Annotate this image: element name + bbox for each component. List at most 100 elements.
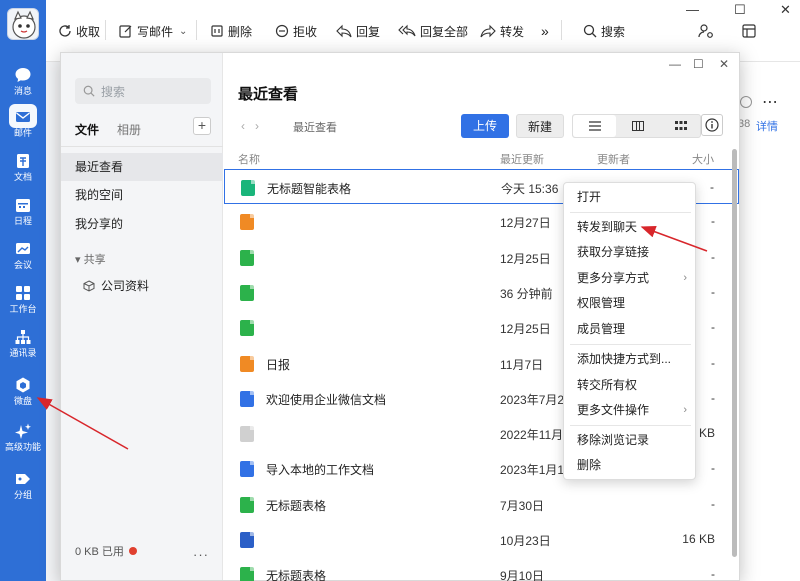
grid-icon (674, 121, 687, 130)
tab-album[interactable]: 相册 (117, 121, 141, 138)
details-link[interactable]: 详情 (756, 118, 778, 134)
reply-all-icon (398, 24, 416, 37)
rail-contacts[interactable]: 通讯录 (0, 324, 46, 368)
file-type-icon (240, 390, 254, 407)
delete-button[interactable]: 删除 (210, 21, 252, 41)
reply-button[interactable]: 回复 (336, 21, 380, 41)
menu-add-shortcut[interactable]: 添加快捷方式到... (564, 347, 697, 372)
new-button[interactable]: 新建 (516, 114, 564, 138)
rail-groups[interactable]: 分组 (0, 466, 46, 510)
more-icon[interactable]: ··· (193, 547, 209, 562)
toolbar-divider (105, 20, 106, 40)
menu-delete[interactable]: 删除 (564, 453, 697, 478)
compose-icon (119, 25, 132, 38)
menu-divider (570, 344, 691, 345)
nav-recent[interactable]: 最近查看 (61, 153, 223, 181)
contact-settings-button[interactable] (698, 21, 718, 41)
compose-button[interactable]: 写邮件 ⌄ (119, 21, 187, 41)
menu-more-share-options[interactable]: 更多分享方式 › (564, 266, 697, 291)
rail-docs[interactable]: 文档 (0, 148, 46, 192)
forward-button[interactable]: 转发 (480, 21, 524, 41)
menu-more-file-actions[interactable]: 更多文件操作 › (564, 398, 697, 423)
col-size[interactable]: 大小 (692, 151, 714, 167)
toolbar-divider (561, 20, 562, 40)
menu-permissions[interactable]: 权限管理 (564, 291, 697, 316)
close-icon[interactable]: ✕ (719, 57, 729, 71)
column-view-button[interactable] (616, 115, 659, 137)
info-button[interactable] (701, 114, 723, 136)
reject-button[interactable]: 拒收 (275, 21, 317, 41)
menu-forward-to-chat[interactable]: 转发到聊天 (564, 215, 697, 240)
file-name: 日报 (266, 357, 291, 372)
storage-quota: 0 KB 已用 (75, 543, 137, 559)
chevron-right-icon: › (683, 272, 687, 284)
back-forward-nav[interactable]: ‹ › (241, 119, 259, 133)
rail-advanced[interactable]: 高级功能 (0, 418, 46, 462)
rail-meetings[interactable]: 会议 (0, 236, 46, 280)
maximize-icon[interactable]: ☐ (734, 2, 746, 18)
nav-my-shares[interactable]: 我分享的 (61, 210, 223, 238)
more-icon[interactable]: ⋯ (762, 92, 779, 112)
reply-circle-icon[interactable] (740, 96, 752, 108)
shared-section-header[interactable]: ▾ 共享 (75, 251, 106, 267)
add-button[interactable]: + (193, 117, 211, 135)
file-modified: 36 分钟前 (500, 286, 553, 301)
receive-button[interactable]: 收取 (58, 21, 100, 41)
file-row[interactable]: 无标题表格 7月30日 - (224, 487, 739, 522)
rail-calendar[interactable]: 日程 (0, 192, 46, 236)
nav-my-space[interactable]: 我的空间 (61, 181, 223, 209)
minimize-icon[interactable]: — (686, 2, 699, 17)
menu-remove-history[interactable]: 移除浏览记录 (564, 428, 697, 453)
col-name[interactable]: 名称 (238, 151, 260, 167)
grid-view-button[interactable] (659, 115, 702, 137)
avatar[interactable] (7, 8, 39, 40)
menu-get-share-link[interactable]: 获取分享链接 (564, 240, 697, 265)
menu-members[interactable]: 成员管理 (564, 317, 697, 342)
file-type-icon (240, 320, 254, 337)
menu-transfer-ownership[interactable]: 转交所有权 (564, 373, 697, 398)
menu-open[interactable]: 打开 (564, 185, 697, 210)
file-size: 16 KB (682, 532, 715, 546)
list-icon (588, 121, 601, 131)
page-title: 最近查看 (238, 86, 299, 103)
file-row[interactable]: 10月23日 16 KB (224, 522, 739, 557)
shared-item-company[interactable]: 公司资料 (83, 277, 149, 294)
chevron-down-icon[interactable]: ⌄ (179, 26, 187, 37)
more-actions-button[interactable]: » (541, 21, 549, 41)
drive-search-input[interactable]: 搜索 (75, 78, 211, 104)
tab-files[interactable]: 文件 (75, 121, 99, 138)
file-name: 无标题表格 (266, 569, 327, 581)
reply-all-button[interactable]: 回复全部 (398, 21, 468, 41)
upload-button[interactable]: 上传 (461, 114, 509, 138)
layout-button[interactable] (742, 21, 760, 41)
file-row[interactable]: 无标题表格 9月10日 - (224, 557, 739, 581)
chat-bubble-icon (15, 68, 31, 82)
col-modified[interactable]: 最近更新 (500, 151, 544, 167)
mail-list-underlay (46, 62, 60, 581)
rail-drive[interactable]: 微盘 (0, 372, 46, 416)
file-modified: 2023年1月17 (500, 463, 571, 478)
rail-workbench[interactable]: 工作台 (0, 280, 46, 324)
scrollbar[interactable] (732, 149, 737, 557)
maximize-icon[interactable]: ☐ (693, 57, 704, 71)
file-size: - (711, 249, 715, 264)
close-icon[interactable]: ✕ (780, 2, 791, 18)
rail-messages[interactable]: 消息 (0, 62, 46, 106)
mail-detail-underlay: ⋯ 38 详情 (738, 62, 800, 581)
file-type-icon (240, 355, 254, 372)
minimize-icon[interactable]: — (669, 57, 681, 71)
file-type-icon (240, 567, 254, 581)
file-type-icon (240, 496, 254, 513)
meeting-icon (16, 243, 30, 254)
rail-mail[interactable]: 邮件 (0, 104, 46, 148)
breadcrumb: 最近查看 (293, 122, 337, 134)
file-size: KB (698, 426, 715, 441)
layout-icon (742, 24, 756, 38)
file-name: 欢迎使用企业微信文档 (266, 392, 387, 407)
search-button[interactable]: 搜索 (583, 21, 625, 41)
file-modified: 7月30日 (500, 498, 545, 513)
drive-tabs: 文件 相册 (75, 121, 141, 138)
col-updater[interactable]: 更新者 (597, 151, 630, 167)
list-view-button[interactable] (573, 115, 616, 137)
file-name: 无标题表格 (266, 498, 327, 513)
